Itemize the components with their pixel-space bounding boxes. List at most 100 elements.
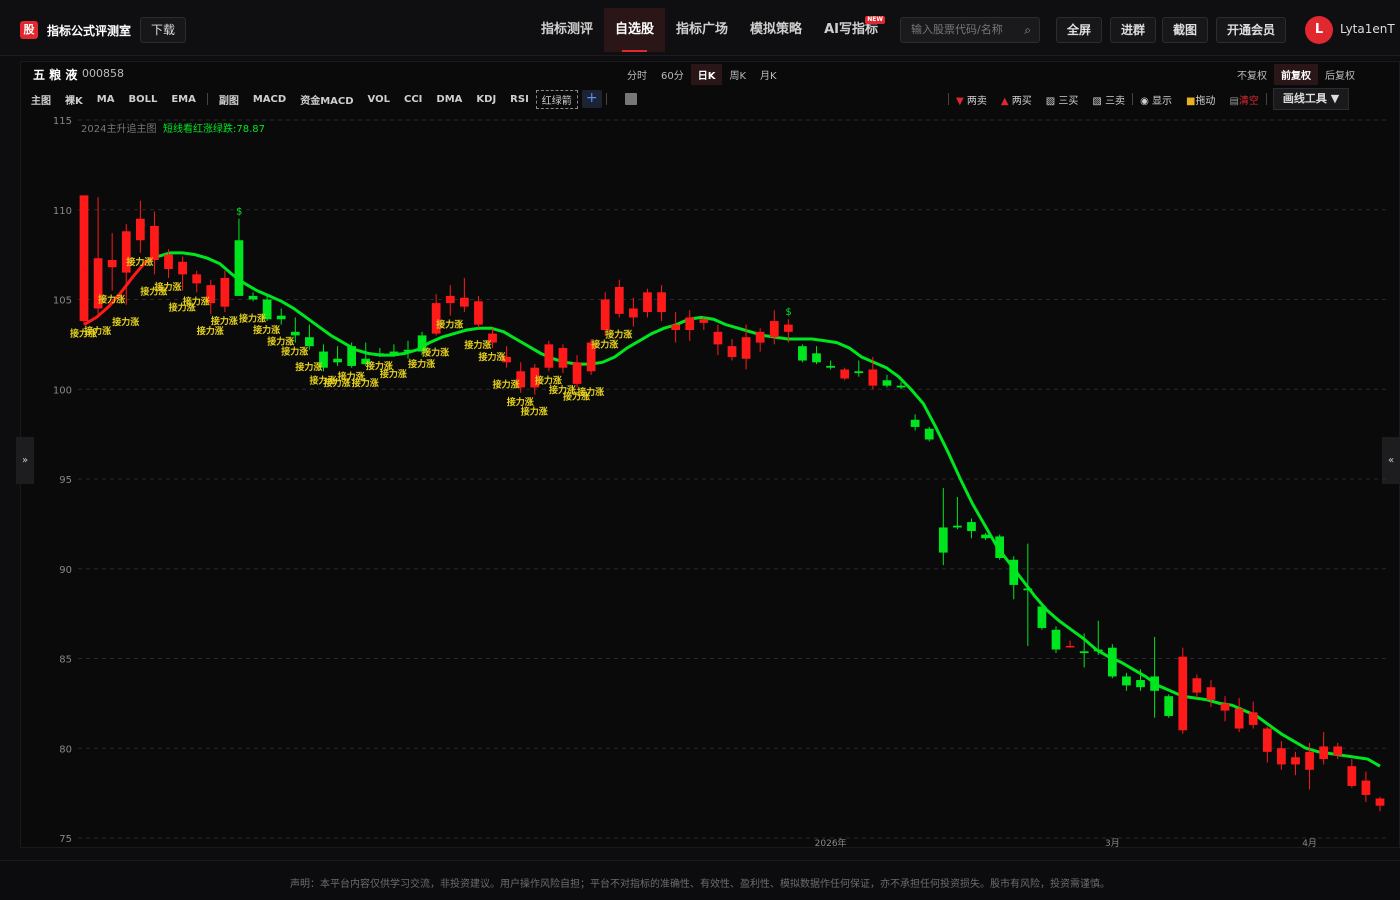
candle-body[interactable] [938, 527, 948, 553]
y-tick-label: 105 [53, 296, 72, 307]
candle-body[interactable] [135, 218, 145, 241]
candle-body[interactable] [459, 297, 469, 307]
candle-body[interactable] [1347, 766, 1357, 786]
candle-body[interactable] [347, 346, 357, 366]
y-tick-label: 115 [53, 116, 72, 127]
candle-body[interactable] [1107, 647, 1117, 677]
candle-body[interactable] [572, 362, 582, 384]
candle-body[interactable] [1150, 676, 1159, 691]
candle-body[interactable] [178, 261, 187, 275]
candle-body[interactable] [445, 295, 455, 304]
candle-body[interactable] [882, 380, 892, 386]
candle-body[interactable] [220, 277, 230, 307]
signal-label: 接力涨 [84, 325, 112, 337]
kline-chart[interactable]: 75 80 85 90 95 100 105 110 115 2026年 3月 4月 2024主升追主图… [0, 0, 1400, 860]
candle-body[interactable] [1051, 629, 1061, 650]
candle-body[interactable] [1291, 757, 1300, 765]
candle-body[interactable] [671, 324, 681, 331]
candle-body[interactable] [953, 525, 962, 528]
candle-body[interactable] [910, 419, 920, 427]
candle-body[interactable] [1277, 748, 1286, 765]
candle-body[interactable] [305, 337, 314, 347]
candle-body[interactable] [1333, 746, 1343, 756]
candle-body[interactable] [1375, 798, 1385, 806]
signal-label: 接力涨 [281, 346, 309, 358]
y-tick-label: 110 [53, 206, 72, 217]
y-tick-label: 75 [59, 834, 72, 845]
candle-body[interactable] [1164, 696, 1174, 716]
candle-body[interactable] [79, 195, 89, 322]
candle-body[interactable] [248, 295, 258, 300]
y-tick-label: 95 [59, 475, 72, 486]
signal-label: 接力涨 [408, 358, 436, 370]
candle-body[interactable] [840, 369, 850, 379]
candle-body[interactable] [1037, 606, 1047, 628]
candle-body[interactable] [629, 308, 638, 318]
candle-body[interactable] [600, 299, 610, 331]
candle-body[interactable] [643, 292, 652, 313]
candle-body[interactable] [403, 349, 413, 352]
candle-body[interactable] [1319, 746, 1329, 760]
candle-body[interactable] [1192, 678, 1202, 693]
candle-body[interactable] [375, 353, 385, 356]
signal-label: 接力涨 [577, 386, 605, 398]
candle-body[interactable] [234, 240, 244, 296]
candle-body[interactable] [812, 353, 821, 363]
candle-body[interactable] [854, 371, 864, 374]
candle-body[interactable] [107, 260, 117, 268]
signal-label: 接力涨 [436, 319, 464, 331]
signal-label: 接力涨 [464, 339, 492, 351]
candle-body[interactable] [981, 534, 990, 539]
candle-body[interactable] [1305, 751, 1314, 770]
candle-body[interactable] [614, 286, 624, 314]
candle-body[interactable] [798, 346, 807, 361]
candle-body[interactable] [1206, 687, 1216, 700]
signal-label: 接力涨 [493, 379, 521, 391]
candle-body[interactable] [290, 331, 300, 336]
candle-body[interactable] [1248, 712, 1258, 725]
candle-body[interactable] [896, 385, 906, 388]
candle-body[interactable] [1065, 645, 1075, 648]
candle-body[interactable] [995, 536, 1005, 558]
candle-body[interactable] [389, 351, 399, 356]
signal-label: 接力涨 [605, 328, 633, 340]
candle-body[interactable] [164, 254, 173, 269]
candle-body[interactable] [1023, 588, 1033, 591]
candle-body[interactable] [558, 347, 568, 368]
candle-body[interactable] [868, 369, 878, 386]
candle-body[interactable] [1234, 708, 1244, 729]
candle-body[interactable] [1093, 649, 1103, 652]
candle-body[interactable] [783, 324, 793, 332]
candle-body[interactable] [1079, 651, 1089, 654]
candle-body[interactable] [333, 358, 342, 363]
candle-body[interactable] [192, 274, 202, 284]
candle-body[interactable] [1009, 559, 1019, 585]
candle-body[interactable] [1361, 780, 1371, 795]
candle-body[interactable] [544, 344, 554, 368]
candle-body[interactable] [727, 346, 737, 357]
signal-label: 接力涨 [352, 377, 380, 389]
candle-body[interactable] [1262, 728, 1272, 752]
candle-body[interactable] [276, 315, 286, 320]
candle-body[interactable] [1220, 703, 1230, 711]
candle-body[interactable] [1178, 656, 1188, 731]
candle-body[interactable] [713, 331, 723, 345]
candle-body[interactable] [755, 331, 765, 343]
candle-body[interactable] [699, 319, 709, 323]
candle-body[interactable] [769, 321, 779, 338]
candle-body[interactable] [150, 225, 159, 261]
signal-label: 接力涨 [98, 294, 126, 306]
candle-body[interactable] [826, 365, 835, 368]
candle-body[interactable] [1122, 676, 1131, 686]
signal-label: 接力涨 [183, 295, 211, 307]
signal-label: 接力涨 [239, 312, 267, 324]
signal-label: 接力涨 [422, 346, 450, 358]
candle-body[interactable] [741, 337, 751, 359]
signal-label: 接力涨 [535, 374, 563, 386]
candle-body[interactable] [685, 317, 695, 331]
candle-body[interactable] [474, 301, 483, 325]
candle-body[interactable] [924, 428, 934, 440]
candle-body[interactable] [967, 522, 976, 532]
candle-body[interactable] [657, 292, 666, 313]
candle-body[interactable] [1136, 680, 1145, 688]
